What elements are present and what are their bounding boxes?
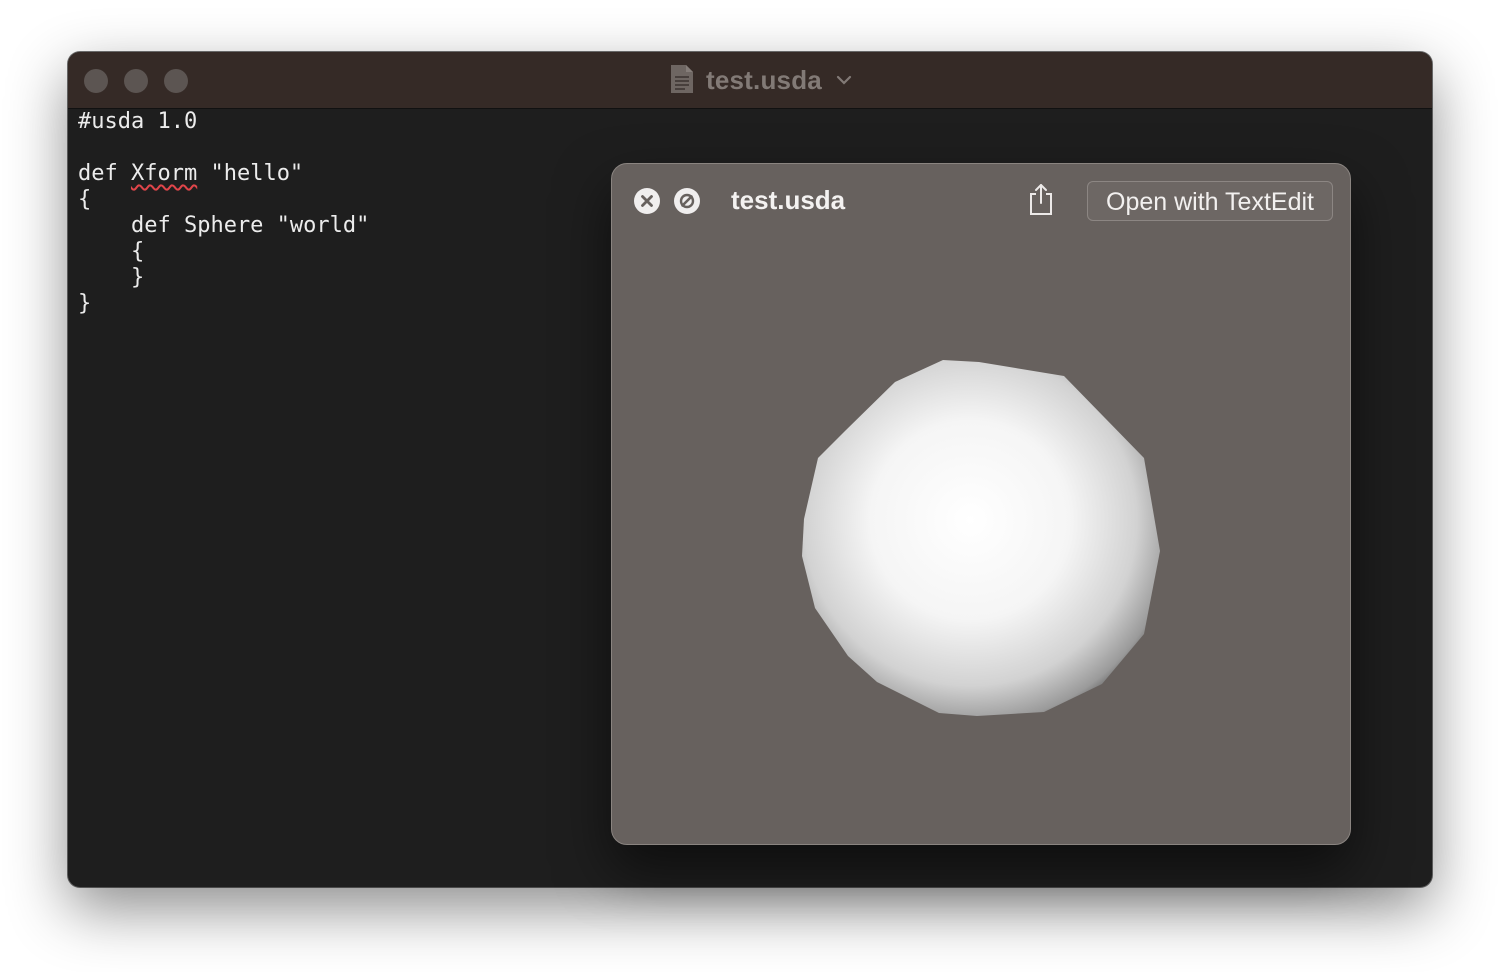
document-icon — [671, 65, 693, 93]
rotate-icon — [679, 193, 695, 209]
quicklook-panel: test.usda Open with TextEdit — [611, 163, 1351, 845]
code-line-4: { — [78, 187, 92, 212]
code-line-7: } — [78, 265, 145, 290]
title-bar[interactable]: test.usda — [68, 52, 1432, 109]
code-line-5: def Sphere "world" — [78, 213, 370, 238]
code-line-8: } — [78, 291, 92, 316]
code-keyword-def: def — [78, 161, 131, 186]
window-title[interactable]: test.usda — [706, 65, 822, 96]
chevron-down-icon[interactable] — [836, 74, 852, 86]
close-icon — [641, 195, 653, 207]
close-window-button[interactable] — [84, 69, 108, 93]
share-icon[interactable] — [1026, 182, 1056, 216]
code-line-3: def Xform "hello" — [78, 161, 303, 187]
minimize-window-button[interactable] — [124, 69, 148, 93]
misspelled-word[interactable]: Xform — [131, 161, 197, 186]
quicklook-close-button[interactable] — [634, 188, 660, 214]
quicklook-rotate-button[interactable] — [674, 188, 700, 214]
code-line-6: { — [78, 239, 145, 264]
sphere-model — [802, 360, 1160, 716]
code-string-hello: "hello" — [197, 161, 304, 186]
quicklook-title: test.usda — [731, 185, 846, 215]
code-line-1: #usda 1.0 — [78, 109, 198, 134]
sphere-preview[interactable] — [612, 224, 1350, 844]
zoom-window-button[interactable] — [164, 69, 188, 93]
open-with-textedit-button[interactable]: Open with TextEdit — [1087, 181, 1333, 221]
